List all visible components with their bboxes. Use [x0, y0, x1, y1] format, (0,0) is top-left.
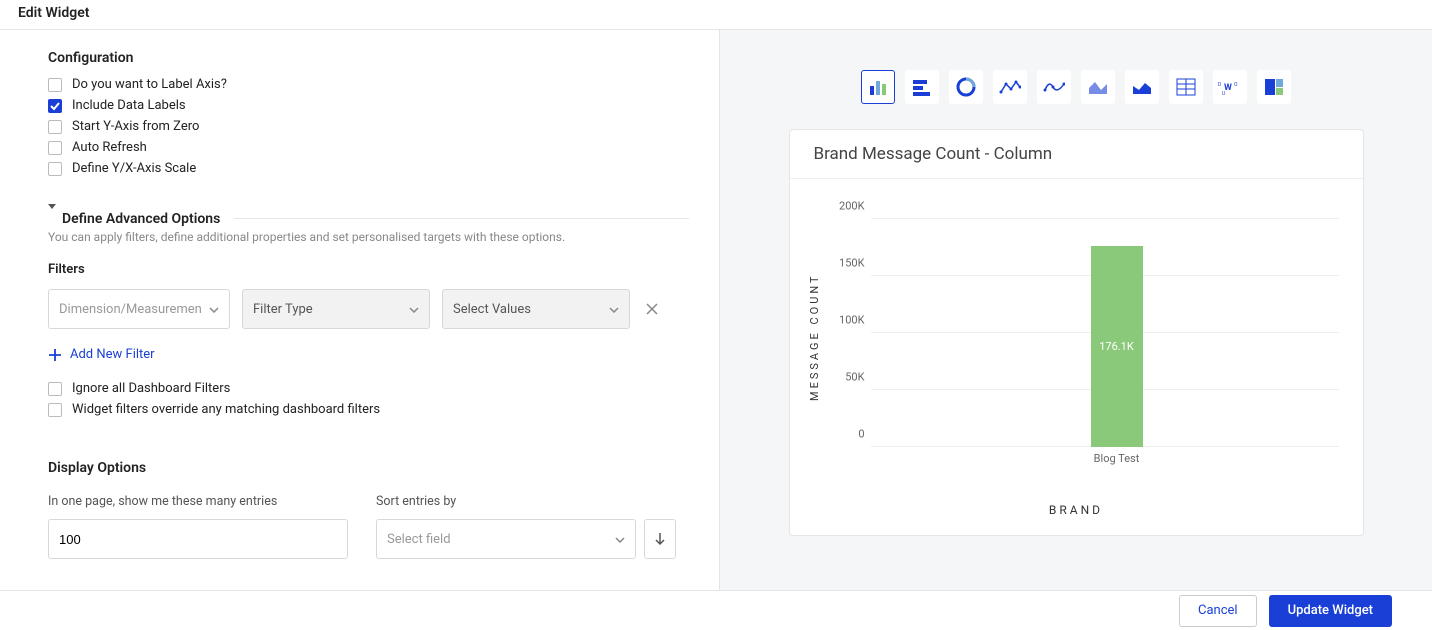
arrow-down-icon: [654, 532, 666, 546]
filters-heading: Filters: [48, 262, 689, 277]
svg-text:D: D: [1218, 82, 1221, 88]
filter-type-select[interactable]: Filter Type: [242, 289, 430, 329]
checkbox-label-axis[interactable]: [48, 78, 62, 92]
dimension-select[interactable]: Dimension/Measurement: [48, 289, 230, 329]
checkbox-auto-refresh[interactable]: [48, 141, 62, 155]
chart-type-bar[interactable]: [905, 70, 939, 104]
chart-plot: 0 50K 100K 150K 200K 176.1K Blog Test: [821, 197, 1339, 477]
checkbox-y-zero[interactable]: [48, 120, 62, 134]
chart-type-area[interactable]: [1081, 70, 1115, 104]
checkbox-define-scale[interactable]: [48, 162, 62, 176]
checkbox-label: Do you want to Label Axis?: [72, 77, 227, 92]
cancel-button[interactable]: Cancel: [1179, 595, 1257, 627]
y-axis-label: MESSAGE COUNT: [808, 197, 821, 477]
area-filled-chart-icon: [1131, 78, 1153, 96]
configuration-heading: Configuration: [48, 50, 689, 66]
advanced-options-heading: Define Advanced Options: [62, 211, 220, 227]
sort-label: Sort entries by: [376, 494, 676, 509]
chevron-down-icon: [615, 532, 625, 547]
chart-type-table[interactable]: [1169, 70, 1203, 104]
table-chart-icon: [1176, 78, 1196, 96]
filter-values-select[interactable]: Select Values: [442, 289, 630, 329]
bar-chart-icon: [912, 78, 932, 96]
chevron-down-icon: [209, 302, 219, 317]
chart-type-line[interactable]: [993, 70, 1027, 104]
checkbox-label: Start Y-Axis from Zero: [72, 119, 199, 134]
x-axis-label: BRAND: [790, 503, 1363, 535]
update-widget-button[interactable]: Update Widget: [1269, 595, 1392, 627]
checkbox-label: Auto Refresh: [72, 140, 147, 155]
advanced-options-subtitle: You can apply filters, define additional…: [48, 230, 689, 244]
checkbox-ignore-dashboard-filters[interactable]: [48, 382, 62, 396]
checkbox-label: Define Y/X-Axis Scale: [72, 161, 196, 176]
remove-filter-button[interactable]: [642, 299, 662, 319]
chart-type-spline[interactable]: [1037, 70, 1071, 104]
data-label: 176.1K: [1099, 340, 1134, 353]
chart-type-donut[interactable]: [949, 70, 983, 104]
sort-direction-button[interactable]: [644, 519, 676, 559]
wordcloud-chart-icon: DWOU: [1218, 78, 1242, 96]
chevron-down-icon: [609, 302, 619, 317]
checkbox-include-data-labels[interactable]: [48, 99, 62, 113]
close-icon: [645, 302, 659, 316]
donut-chart-icon: [956, 77, 976, 97]
divider: [234, 218, 689, 219]
entries-input[interactable]: [48, 519, 348, 559]
caret-down-icon[interactable]: [48, 209, 56, 228]
chart-bar: 176.1K: [1091, 246, 1143, 447]
chart-preview-card: Brand Message Count - Column MESSAGE COU…: [789, 129, 1364, 536]
chart-title: Brand Message Count - Column: [790, 130, 1363, 179]
line-chart-icon: [999, 78, 1021, 96]
config-panel: Configuration Do you want to Label Axis?…: [0, 30, 720, 590]
add-filter-button[interactable]: Add New Filter: [48, 347, 689, 362]
checkbox-label: Include Data Labels: [72, 98, 186, 113]
display-options-heading: Display Options: [48, 460, 689, 476]
area-chart-icon: [1087, 78, 1109, 96]
checkbox-override-filters[interactable]: [48, 403, 62, 417]
chart-type-toolbar: DWOU: [861, 70, 1291, 104]
entries-label: In one page, show me these many entries: [48, 494, 348, 509]
chart-type-wordcloud[interactable]: DWOU: [1213, 70, 1247, 104]
footer: Cancel Update Widget: [0, 590, 1432, 630]
page-title: Edit Widget: [0, 0, 1432, 30]
checkbox-label: Ignore all Dashboard Filters: [72, 381, 230, 396]
plus-icon: [48, 348, 62, 362]
treemap-chart-icon: [1264, 78, 1284, 96]
column-chart-icon: [868, 78, 888, 96]
chart-type-area-filled[interactable]: [1125, 70, 1159, 104]
checkbox-label: Widget filters override any matching das…: [72, 402, 380, 417]
sort-field-select[interactable]: Select field: [376, 519, 636, 559]
spline-chart-icon: [1043, 78, 1065, 96]
chevron-down-icon: [409, 302, 419, 317]
preview-panel: DWOU Brand Message Count - Column MESSAG…: [720, 30, 1432, 590]
x-tick-label: Blog Test: [1094, 452, 1140, 465]
svg-text:U: U: [1222, 91, 1225, 96]
svg-text:O: O: [1234, 82, 1238, 88]
chart-type-column[interactable]: [861, 70, 895, 104]
chart-type-treemap[interactable]: [1257, 70, 1291, 104]
